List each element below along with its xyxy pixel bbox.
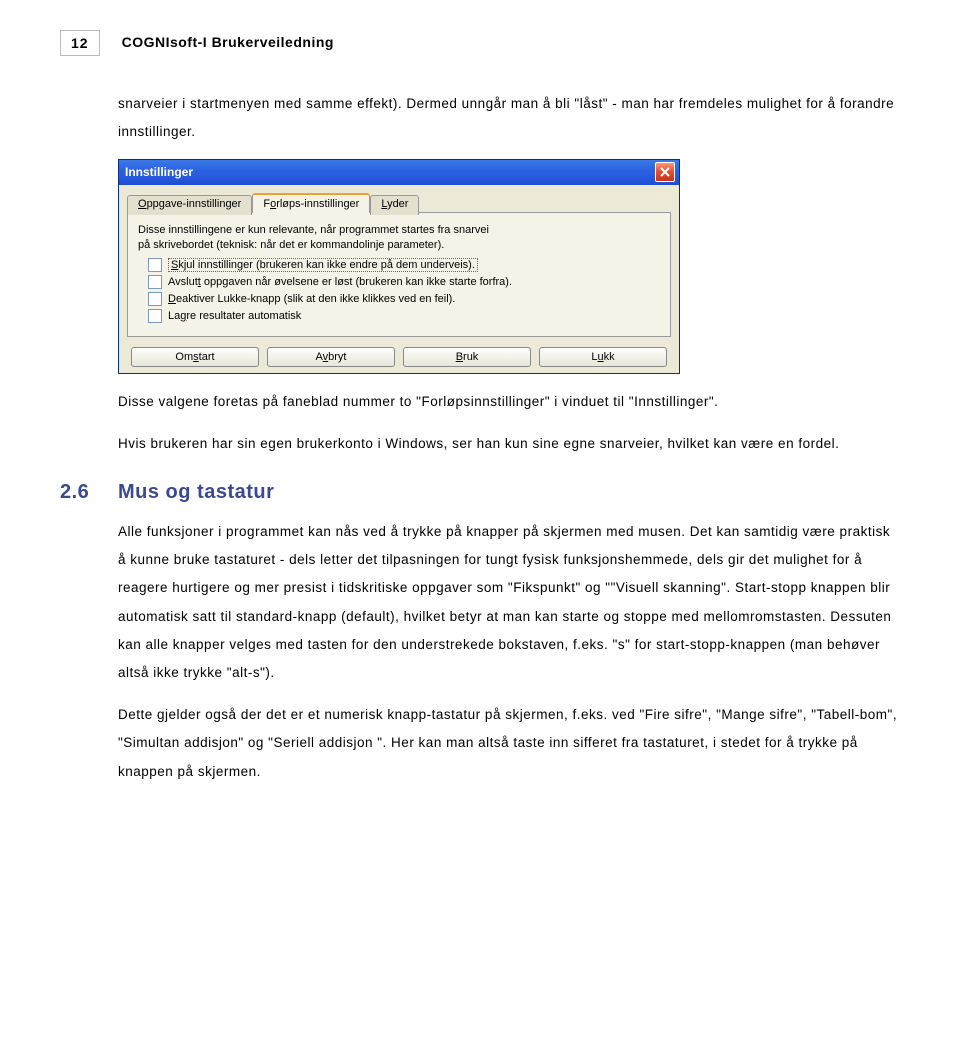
restart-button[interactable]: Omstart <box>131 347 259 367</box>
settings-dialog: Innstillinger Oppgave-innstillinger Forl… <box>118 159 680 375</box>
after-dialog-p1: Disse valgene foretas på faneblad nummer… <box>118 388 900 416</box>
tab-flow-settings[interactable]: Forløps-innstillinger <box>252 193 370 213</box>
after-dialog-p2: Hvis brukeren har sin egen brukerkonto i… <box>118 430 900 458</box>
checkbox-save-auto[interactable] <box>148 309 162 323</box>
section-title: Mus og tastatur <box>118 481 274 504</box>
dialog-description: Disse innstillingene er kun relevante, n… <box>138 223 660 253</box>
section-p1: Alle funksjoner i programmet kan nås ved… <box>118 518 900 688</box>
checkbox-label: Deaktiver Lukke-knapp (slik at den ikke … <box>168 293 455 305</box>
checkbox-hide-settings[interactable] <box>148 258 162 272</box>
section-number: 2.6 <box>60 481 96 504</box>
page-number: 12 <box>60 30 100 56</box>
checkbox-label: Skjul innstillinger (brukeren kan ikke e… <box>168 258 478 272</box>
checkbox-end-task[interactable] <box>148 275 162 289</box>
doc-title: COGNIsoft-I Brukerveiledning <box>122 30 334 50</box>
tab-sounds[interactable]: Lyder <box>370 195 419 215</box>
intro-paragraph: snarveier i startmenyen med samme effekt… <box>118 90 900 147</box>
tab-task-settings[interactable]: Oppgave-innstillinger <box>127 195 252 215</box>
close-button[interactable]: Lukk <box>539 347 667 367</box>
section-p2: Dette gjelder også der det er et numeris… <box>118 701 900 786</box>
checkbox-disable-close[interactable] <box>148 292 162 306</box>
cancel-button[interactable]: Avbryt <box>267 347 395 367</box>
dialog-titlebar: Innstillinger <box>119 160 679 185</box>
checkbox-label: Avslutt oppgaven når øvelsene er løst (b… <box>168 276 512 288</box>
close-icon[interactable] <box>655 162 675 182</box>
checkbox-label: Lagre resultater automatisk <box>168 310 301 322</box>
apply-button[interactable]: Bruk <box>403 347 531 367</box>
dialog-title: Innstillinger <box>125 165 193 179</box>
